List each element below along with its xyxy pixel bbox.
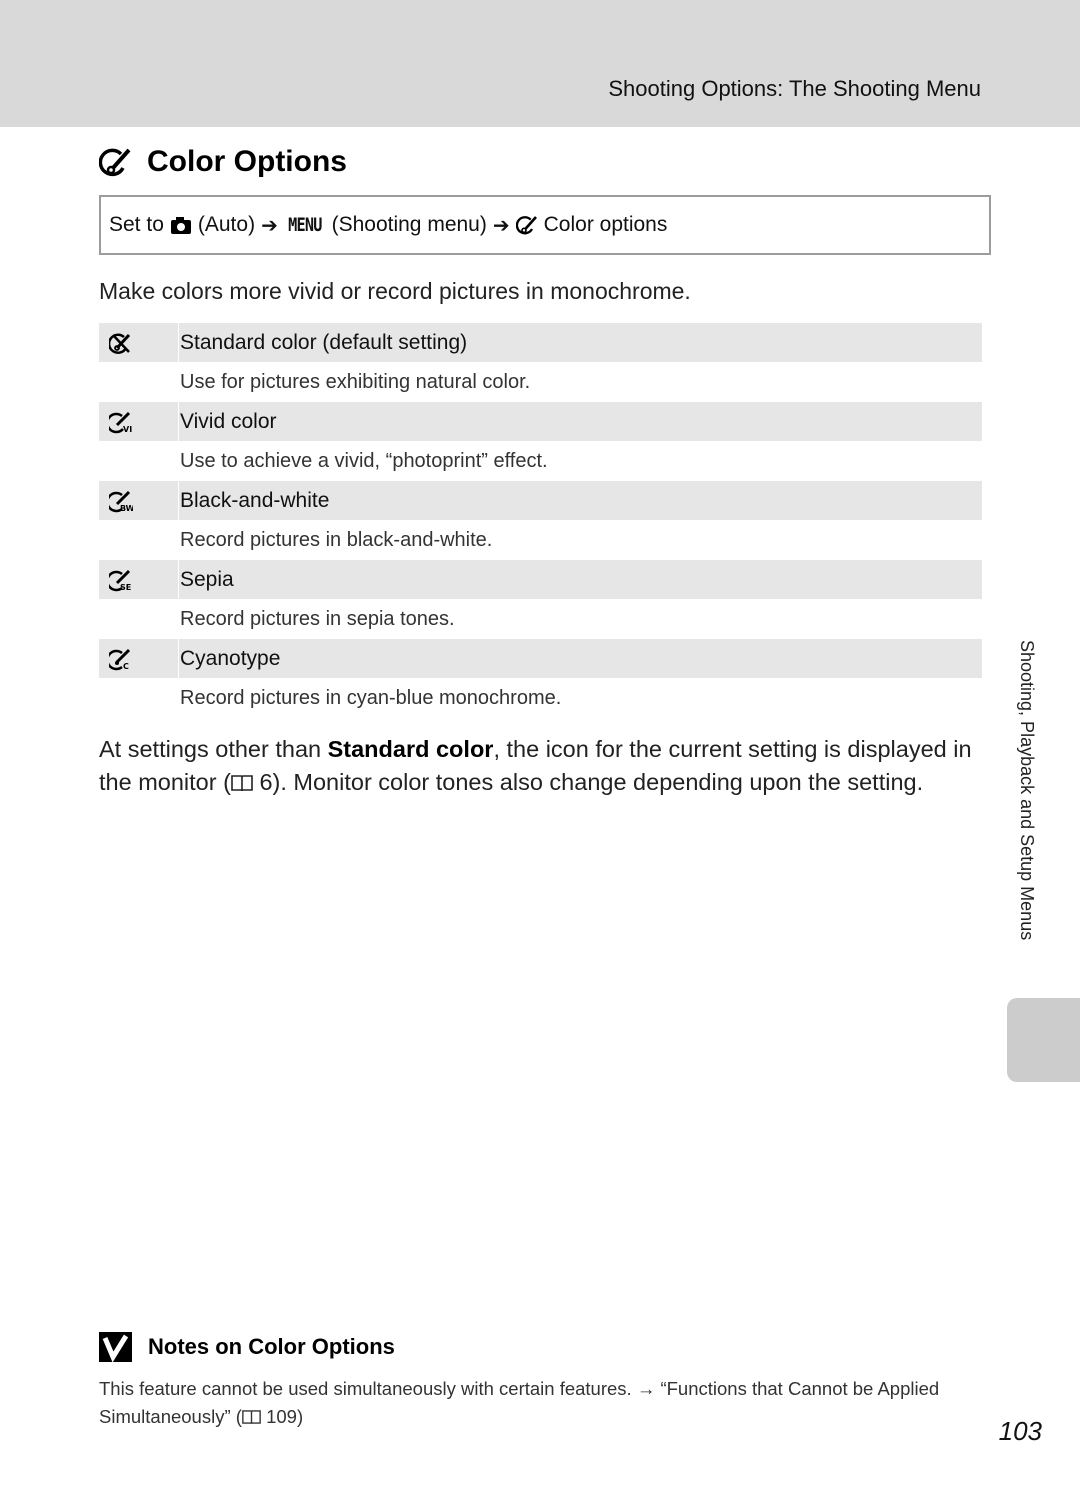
option-description: Record pictures in cyan-blue monochrome. — [180, 686, 562, 709]
book-reference-icon — [231, 775, 253, 792]
header-band — [0, 0, 1080, 127]
side-tab-marker — [1007, 998, 1080, 1082]
options-table: Standard color (default setting) Use for… — [99, 323, 982, 718]
page-title: Color Options — [99, 140, 347, 184]
page-reference[interactable]: 109 — [266, 1406, 297, 1427]
page-number: 103 — [998, 1416, 1042, 1446]
camera-auto-icon — [170, 216, 191, 234]
option-row-black-and-white: BW Black-and-white — [99, 481, 982, 520]
body-text: At settings other than — [99, 736, 328, 762]
arrow-right-icon: ➔ — [492, 214, 510, 237]
option-row-sepia: SE Sepia — [99, 560, 982, 599]
option-description: Record pictures in sepia tones. — [180, 607, 455, 630]
svg-text:VI: VI — [123, 425, 132, 434]
running-head: Shooting Options: The Shooting Menu — [608, 76, 981, 101]
sepia-icon: SE — [109, 569, 131, 592]
option-label: Cyanotype — [180, 646, 281, 670]
side-tab-label: Shooting, Playback and Setup Menus — [1017, 640, 1037, 941]
body-text: ). Monitor color tones also change depen… — [272, 769, 924, 795]
black-and-white-icon: BW — [109, 490, 133, 513]
body-bold-text: Standard color — [327, 736, 494, 762]
notes-heading-text: Notes on Color Options — [148, 1334, 395, 1359]
notes-body: ) — [296, 1406, 304, 1427]
option-description: Use for pictures exhibiting natural colo… — [180, 370, 531, 393]
mode-label: (Auto) — [197, 213, 256, 236]
option-label: Color options — [543, 213, 668, 236]
cyanotype-icon: C — [109, 648, 131, 671]
set-to-label: Set to — [109, 213, 164, 236]
notes-heading: Notes on Color Options — [99, 1332, 395, 1362]
option-row-cyanotype: C Cyanotype — [99, 639, 982, 678]
color-options-icon — [99, 148, 131, 177]
option-row-standard-color: Standard color (default setting) — [99, 323, 982, 362]
notes-body: This feature cannot be used simultaneous… — [99, 1378, 940, 1427]
book-reference-icon — [242, 1410, 261, 1424]
option-label: Standard color (default setting) — [180, 330, 468, 354]
page-title-text: Color Options — [147, 145, 347, 178]
option-row-vivid-color: VI Vivid color — [99, 402, 982, 441]
svg-text:C: C — [123, 662, 129, 671]
option-description: Use to achieve a vivid, “photoprint” eff… — [180, 449, 548, 472]
vivid-color-icon: VI — [109, 411, 132, 434]
navigation-path-box: Set to (Auto) ➔ MENU (Shooting menu) ➔ C… — [99, 195, 991, 255]
option-description: Record pictures in black-and-white. — [180, 528, 493, 551]
svg-text:SE: SE — [120, 583, 131, 592]
notes-text: This feature cannot be used simultaneous… — [99, 1375, 959, 1431]
arrow-right-icon: ➔ — [261, 214, 278, 237]
svg-text:BW: BW — [120, 504, 133, 513]
page-reference[interactable]: 6 — [259, 769, 272, 795]
color-options-icon — [515, 216, 537, 235]
body-paragraph: At settings other than Standard color, t… — [99, 733, 989, 799]
menu-button-glyph: MENU — [288, 214, 322, 236]
menu-label: (Shooting menu) — [331, 213, 487, 236]
option-label: Sepia — [180, 567, 234, 591]
intro-text: Make colors more vivid or record picture… — [99, 278, 691, 304]
checkmark-icon — [99, 1332, 132, 1362]
standard-color-icon — [109, 333, 131, 354]
option-label: Vivid color — [180, 409, 277, 433]
option-label: Black-and-white — [180, 488, 330, 512]
